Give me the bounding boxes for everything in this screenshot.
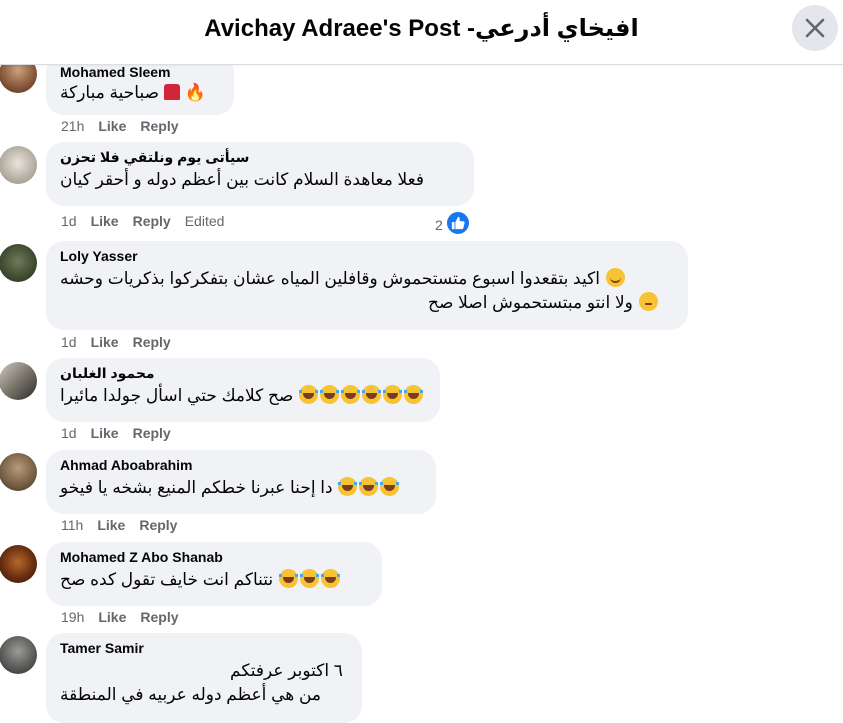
like-button[interactable]: Like bbox=[91, 334, 119, 350]
comment-time[interactable]: 11h bbox=[61, 517, 83, 533]
comment-time[interactable]: 21h bbox=[61, 118, 84, 134]
avatar[interactable] bbox=[0, 362, 37, 400]
relieved-emoji bbox=[638, 292, 658, 311]
avatar[interactable] bbox=[0, 244, 37, 282]
reply-button[interactable]: Reply bbox=[133, 334, 171, 350]
comment-bubble: سيأتى يوم ونلتقي فلا تحزن فعلا معاهدة ال… bbox=[46, 142, 474, 206]
laughing-emoji bbox=[299, 569, 319, 588]
comment-bubble: Ahmad Aboabrahim دا إحنا عبرنا خطكم المن… bbox=[46, 450, 436, 514]
comments-feed: Mohamed Sleem 🔥 صباحية مباركة 21h Like Rep… bbox=[0, 0, 843, 723]
close-icon bbox=[805, 18, 825, 38]
comment-bubble: Mohamed Z Abo Shanab نتناكم انت خايف تقو… bbox=[46, 542, 382, 606]
smile-emoji bbox=[605, 268, 625, 287]
avatar[interactable] bbox=[0, 545, 37, 583]
laughing-emoji bbox=[299, 385, 319, 404]
comment-text: دا إحنا عبرنا خطكم المنيع بشخه يا فيخو bbox=[60, 474, 424, 500]
comment-bubble: محمود الغلبان صح كلامك حتي اسأل جولدا ما… bbox=[46, 358, 440, 422]
like-button[interactable]: Like bbox=[98, 609, 126, 625]
comment-text: ٦ اكتوبر عرفتكم bbox=[230, 661, 343, 680]
comment-time[interactable]: 1d bbox=[61, 425, 77, 441]
comment-actions: 1d Like Reply bbox=[61, 425, 185, 441]
comment-time[interactable]: 1d bbox=[61, 334, 77, 350]
laughing-emoji bbox=[320, 569, 340, 588]
edited-label[interactable]: Edited bbox=[185, 213, 225, 229]
laughing-emoji bbox=[359, 477, 379, 496]
comment-text: صح كلامك حتي اسأل جولدا مائيرا bbox=[60, 382, 428, 408]
comment-time[interactable]: 19h bbox=[61, 609, 84, 625]
laughing-emoji bbox=[383, 385, 403, 404]
comment-author[interactable]: Ahmad Aboabrahim bbox=[60, 456, 424, 474]
comment-text: اكيد بتقعدوا اسبوع متستحموش وقافلين المي… bbox=[60, 265, 676, 291]
comment-bubble: Tamer Samir ٦ اكتوبر عرفتكم من هي أعظم د… bbox=[46, 633, 362, 723]
reply-button[interactable]: Reply bbox=[139, 517, 177, 533]
comment-time[interactable]: 1d bbox=[61, 213, 77, 229]
laughing-emoji bbox=[320, 385, 340, 404]
laughing-emoji bbox=[380, 477, 400, 496]
reply-button[interactable]: Reply bbox=[133, 425, 171, 441]
comment-text: من هي أعظم دوله عربيه في المنطقة bbox=[60, 685, 322, 704]
laughing-emoji bbox=[404, 385, 424, 404]
reply-button[interactable]: Reply bbox=[140, 609, 178, 625]
comment-author[interactable]: Loly Yasser bbox=[60, 247, 676, 265]
like-button[interactable]: Like bbox=[91, 425, 119, 441]
comment-author[interactable]: سيأتى يوم ونلتقي فلا تحزن bbox=[60, 148, 462, 166]
comment-text: 🔥 صباحية مباركة bbox=[60, 83, 206, 102]
avatar[interactable] bbox=[0, 453, 37, 491]
laughing-emoji bbox=[338, 477, 358, 496]
comment-text: فعلا معاهدة السلام كانت بين أعظم دوله و … bbox=[60, 170, 425, 189]
fez-emoji bbox=[163, 84, 180, 100]
comment-author[interactable]: Tamer Samir bbox=[60, 639, 350, 657]
comment-author[interactable]: Mohamed Z Abo Shanab bbox=[60, 548, 370, 566]
reply-button[interactable]: Reply bbox=[140, 118, 178, 134]
comment-actions: 1d Like Reply Edited bbox=[61, 213, 238, 229]
laughing-emoji bbox=[278, 569, 298, 588]
close-button[interactable] bbox=[792, 5, 838, 51]
fire-emoji: 🔥 bbox=[184, 83, 206, 102]
avatar[interactable] bbox=[0, 636, 37, 674]
like-button[interactable]: Like bbox=[98, 118, 126, 134]
laughing-emoji bbox=[362, 385, 382, 404]
comment-text: ولا انتو مبتستحموش اصلا صح bbox=[60, 291, 676, 315]
comment-bubble: Loly Yasser اكيد بتقعدوا اسبوع متستحموش … bbox=[46, 241, 688, 330]
comment-text: نتناكم انت خايف تقول كده صح bbox=[60, 566, 370, 592]
comment-actions: 11h Like Reply bbox=[61, 517, 191, 533]
like-button[interactable]: Like bbox=[97, 517, 125, 533]
laughing-emoji bbox=[341, 385, 361, 404]
avatar[interactable] bbox=[0, 146, 37, 184]
comment-author[interactable]: Mohamed Sleem bbox=[60, 63, 222, 81]
reaction-count[interactable]: 2 bbox=[435, 210, 471, 236]
like-reaction-icon bbox=[444, 210, 471, 236]
page-title: Avichay Adraee's Post -افيخاي أدرعي bbox=[204, 15, 639, 42]
like-button[interactable]: Like bbox=[91, 213, 119, 229]
reply-button[interactable]: Reply bbox=[133, 213, 171, 229]
comment-actions: 19h Like Reply bbox=[61, 609, 193, 625]
comment-actions: 1d Like Reply bbox=[61, 334, 185, 350]
comment-actions: 21h Like Reply bbox=[61, 118, 193, 134]
comment-author[interactable]: محمود الغلبان bbox=[60, 364, 428, 382]
post-dialog-header: Avichay Adraee's Post -افيخاي أدرعي bbox=[0, 0, 843, 65]
